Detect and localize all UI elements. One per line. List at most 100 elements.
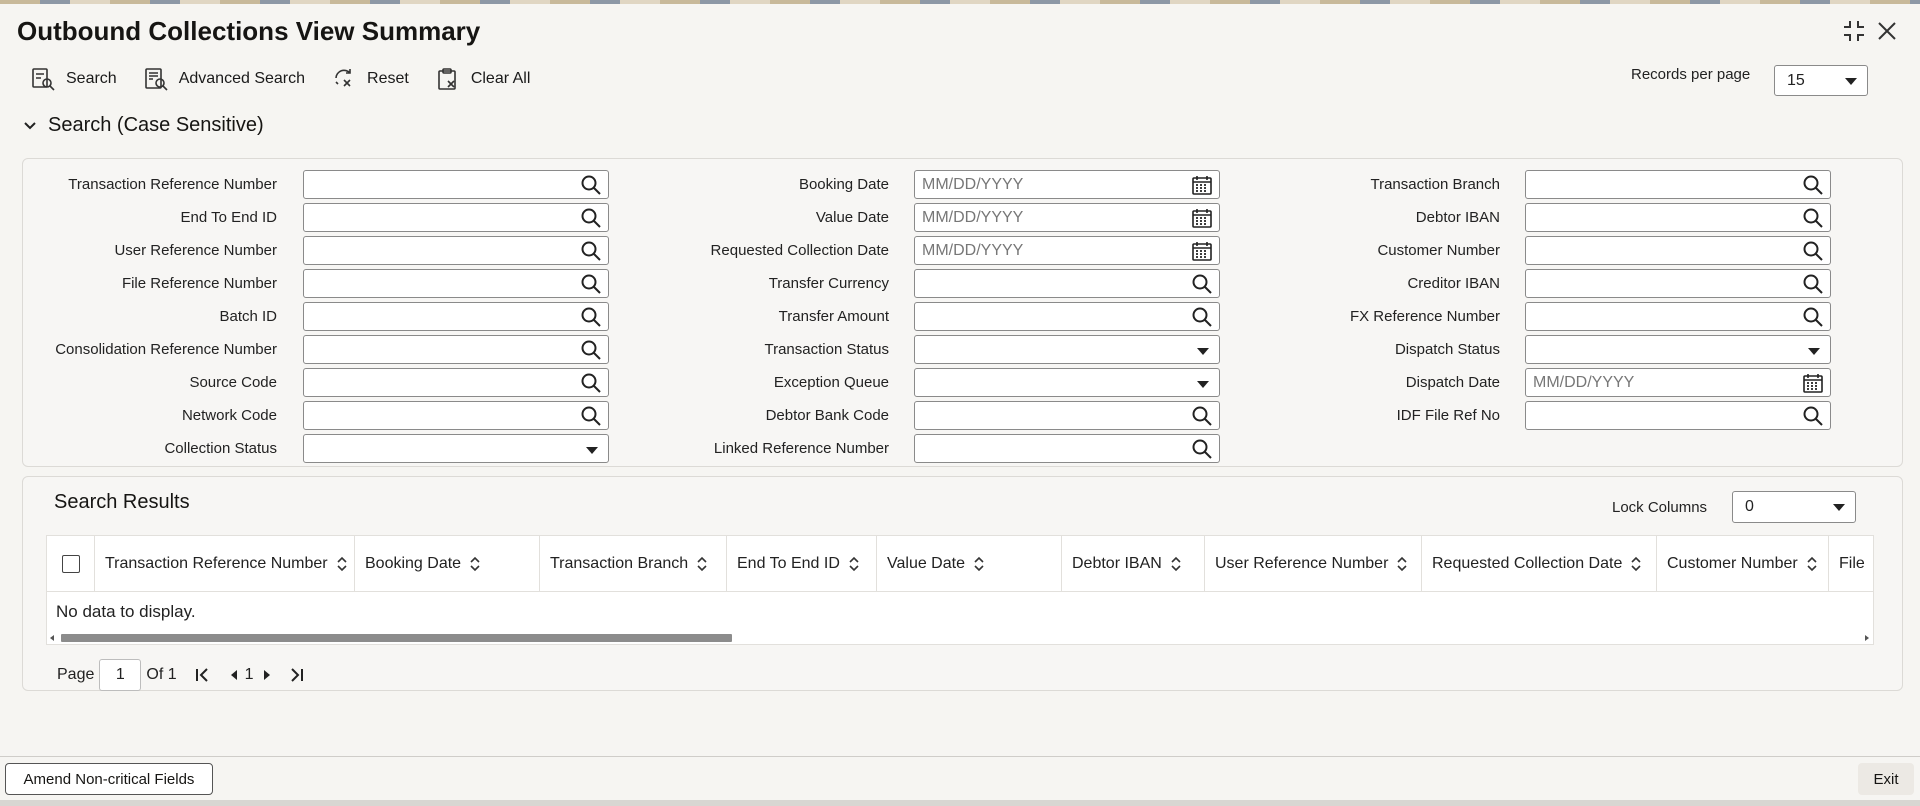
field-label: FX Reference Number — [1349, 308, 1500, 325]
chevron-down-icon — [24, 121, 36, 129]
column-header[interactable]: Debtor IBAN — [1062, 536, 1205, 592]
records-per-page-select[interactable]: 15 — [1774, 65, 1868, 96]
search-icon[interactable] — [1802, 273, 1824, 295]
page-number-input[interactable]: 1 — [99, 659, 142, 691]
field-label: Linked Reference Number — [713, 440, 889, 457]
amend-non-critical-fields-button[interactable]: Amend Non-critical Fields — [5, 763, 213, 795]
column-header[interactable]: Transaction Reference Number — [95, 536, 355, 592]
lock-columns-value: 0 — [1745, 498, 1754, 515]
field-label: IDF File Ref No — [1396, 407, 1500, 424]
column-header-label: File — [1839, 555, 1865, 572]
lock-columns-select[interactable]: 0 — [1732, 491, 1856, 523]
field-label: Creditor IBAN — [1407, 275, 1500, 292]
search-icon[interactable] — [1802, 174, 1824, 196]
column-header[interactable]: User Reference Number — [1205, 536, 1422, 592]
sort-icon[interactable] — [848, 556, 860, 572]
advanced-search-label: Advanced Search — [178, 70, 306, 87]
bottom-strip — [0, 800, 1920, 806]
window-header: Outbound Collections View Summary — [0, 4, 1920, 54]
column-header-label: Customer Number — [1667, 555, 1798, 572]
exit-button[interactable]: Exit — [1858, 763, 1914, 795]
results-title: Search Results — [54, 491, 190, 513]
search-icon[interactable] — [1802, 240, 1824, 262]
idf-file-ref-no-input[interactable] — [1525, 401, 1831, 430]
page-label: Page — [57, 666, 95, 683]
search-icon[interactable] — [1802, 405, 1824, 427]
records-per-page-value: 15 — [1787, 71, 1805, 89]
advanced-search-button[interactable]: Advanced Search — [143, 64, 305, 94]
page-of-label: Of 1 — [146, 666, 177, 683]
column-header-label: Transaction Branch — [550, 555, 689, 572]
field-label: Transaction Branch — [1370, 176, 1500, 193]
transaction-branch-input[interactable] — [1525, 170, 1831, 199]
empty-message: No data to display. — [56, 602, 196, 621]
field-label: Debtor IBAN — [1415, 209, 1500, 226]
field-label: Dispatch Date — [1405, 374, 1500, 391]
search-section-toggle[interactable]: Search (Case Sensitive) — [22, 114, 264, 137]
column-header[interactable]: File — [1829, 536, 1873, 592]
calendar-icon[interactable] — [1802, 372, 1824, 394]
current-page: 1 — [244, 666, 254, 683]
dispatch-status-select[interactable] — [1525, 335, 1831, 364]
column-header[interactable]: End To End ID — [727, 536, 877, 592]
first-page-icon[interactable] — [193, 666, 211, 684]
column-header[interactable]: Value Date — [877, 536, 1062, 592]
search-icon[interactable] — [1191, 438, 1213, 460]
scroll-left-icon[interactable] — [50, 635, 54, 641]
advanced-search-icon — [144, 68, 168, 91]
column-header-label: Booking Date — [365, 555, 462, 572]
reset-button[interactable]: Reset — [331, 64, 409, 94]
sort-icon[interactable] — [1630, 556, 1642, 572]
select-all-checkbox[interactable] — [62, 555, 80, 573]
column-header-label: Value Date — [887, 555, 965, 572]
date-placeholder: MM/DD/YYYY — [1533, 374, 1635, 391]
results-grid: Transaction Reference Number Booking Date… — [46, 535, 1874, 645]
sort-icon[interactable] — [696, 556, 708, 572]
clear-all-button[interactable]: Clear All — [435, 64, 531, 94]
reset-icon — [335, 69, 351, 87]
creditor-iban-input[interactable] — [1525, 269, 1831, 298]
column-header[interactable]: Requested Collection Date — [1422, 536, 1657, 592]
search-button[interactable]: Search — [30, 64, 117, 94]
reset-label: Reset — [367, 70, 409, 87]
linked-reference-number-input[interactable] — [914, 434, 1220, 463]
field-label: Dispatch Status — [1394, 341, 1500, 358]
next-page-icon[interactable] — [258, 666, 276, 684]
horizontal-scrollbar[interactable] — [47, 632, 1873, 644]
last-page-icon[interactable] — [288, 666, 306, 684]
search-section-title: Search (Case Sensitive) — [48, 114, 264, 136]
chevron-down-icon — [1833, 504, 1845, 511]
toolbar: Search Advanced Search Reset Clear All — [30, 64, 530, 94]
search-label: Search — [66, 70, 117, 87]
search-icon[interactable] — [1802, 207, 1824, 229]
grid-header: Transaction Reference Number Booking Date… — [47, 536, 1873, 592]
column-header[interactable]: Customer Number — [1657, 536, 1829, 592]
records-per-page-label: Records per page — [1631, 66, 1751, 83]
search-criteria-panel: Transaction Reference Number End To End I… — [22, 158, 1903, 467]
sort-icon[interactable] — [1170, 556, 1182, 572]
search-doc-icon — [32, 68, 55, 91]
column-header-label: Requested Collection Date — [1432, 555, 1623, 572]
sort-icon[interactable] — [469, 556, 481, 572]
column-header[interactable]: Booking Date — [355, 536, 540, 592]
field-label: Customer Number — [1377, 242, 1500, 259]
fx-reference-number-input[interactable] — [1525, 302, 1831, 331]
minimize-icon[interactable] — [1841, 18, 1867, 44]
sort-icon[interactable] — [1396, 556, 1408, 572]
close-icon[interactable] — [1874, 18, 1900, 44]
sort-icon[interactable] — [1806, 556, 1818, 572]
clear-all-label: Clear All — [470, 70, 531, 87]
footer-divider — [0, 756, 1920, 757]
scroll-right-icon[interactable] — [1865, 635, 1869, 641]
previous-page-icon[interactable] — [225, 666, 243, 684]
sort-icon[interactable] — [336, 556, 348, 572]
scrollbar-thumb[interactable] — [61, 634, 732, 642]
debtor-iban-input[interactable] — [1525, 203, 1831, 232]
dispatch-date-input[interactable]: MM/DD/YYYY — [1525, 368, 1831, 397]
sort-icon[interactable] — [973, 556, 985, 572]
customer-number-input[interactable] — [1525, 236, 1831, 265]
column-header-label: User Reference Number — [1215, 555, 1389, 572]
search-icon[interactable] — [1802, 306, 1824, 328]
column-header[interactable]: Transaction Branch — [540, 536, 727, 592]
clipboard-icon — [438, 68, 456, 90]
